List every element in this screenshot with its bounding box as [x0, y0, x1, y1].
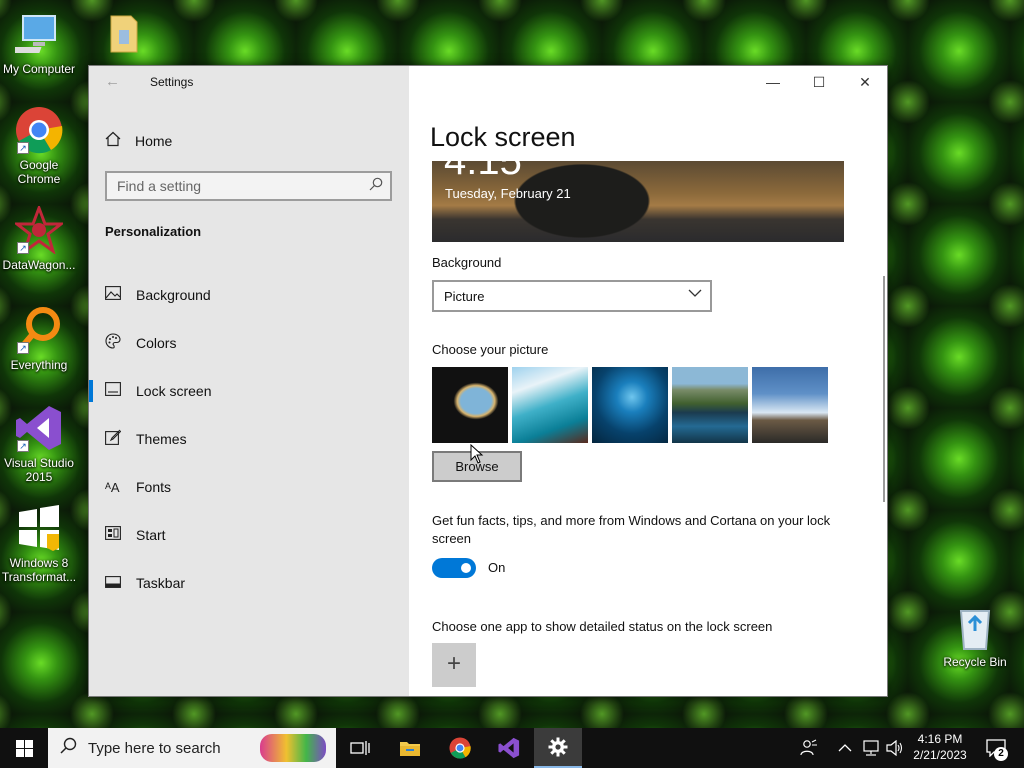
desktop-icon-my-computer[interactable]: My Computer [0, 10, 78, 76]
taskbar-clock[interactable]: 4:16 PM 2/21/2023 [908, 731, 972, 763]
picture-thumbnail[interactable] [752, 367, 828, 443]
people-button[interactable] [800, 728, 818, 768]
people-icon [800, 739, 817, 756]
chrome-icon: ↗ [15, 106, 63, 154]
file-explorer-icon [400, 742, 420, 756]
detailed-status-label: Choose one app to show detailed status o… [432, 619, 773, 634]
search-input[interactable] [117, 178, 357, 194]
taskbar-search-input[interactable] [88, 739, 258, 757]
home-icon [105, 131, 135, 151]
desktop-icon-recycle-bin[interactable]: Recycle Bin [936, 603, 1014, 669]
sidebar-item-colors[interactable]: Colors [89, 319, 409, 367]
desktop-icon-chrome[interactable]: ↗ Google Chrome [0, 106, 78, 186]
settings-gear-icon [548, 737, 568, 757]
find-setting-search[interactable] [105, 171, 392, 201]
start-button[interactable] [0, 728, 48, 768]
everything-icon: ↗ [15, 306, 63, 354]
windows-logo-icon [16, 740, 33, 757]
desktop-icon-visual-studio[interactable]: ↗ Visual Studio 2015 [0, 404, 78, 484]
content-scrollbar[interactable] [883, 276, 885, 502]
sidebar-item-background[interactable]: Background [89, 271, 409, 319]
minimize-button[interactable]: — [750, 66, 796, 98]
chevron-down-icon [688, 287, 702, 301]
sidebar-item-home[interactable]: Home [105, 130, 172, 152]
visual-studio-icon [498, 737, 520, 759]
picture-thumbnails [432, 367, 828, 443]
visual-studio-icon: ↗ [15, 404, 63, 452]
volume-button[interactable] [886, 728, 904, 768]
sidebar-item-lock-screen[interactable]: Lock screen [89, 367, 409, 415]
taskbar-search[interactable] [48, 728, 336, 768]
datawagon-icon: ↗ [12, 203, 66, 255]
palette-icon [105, 333, 136, 353]
settings-sidebar: ← Settings Home Personalization Backgrou… [89, 66, 409, 696]
fonts-icon: ᴬA [105, 479, 120, 495]
start-icon [105, 526, 136, 544]
picture-thumbnail[interactable] [672, 367, 748, 443]
sidebar-item-taskbar[interactable]: Taskbar [89, 559, 409, 607]
speaker-icon [886, 740, 903, 756]
notification-count-badge: 2 [994, 747, 1008, 761]
settings-taskbar-button[interactable] [534, 728, 582, 768]
chrome-icon [449, 737, 471, 759]
chrome-taskbar-button[interactable] [436, 728, 484, 768]
computer-icon [9, 10, 63, 58]
visual-studio-taskbar-button[interactable] [485, 728, 533, 768]
folder-icon [93, 10, 141, 58]
brush-icon [105, 429, 136, 449]
network-icon [863, 740, 879, 756]
fun-facts-description: Get fun facts, tips, and more from Windo… [432, 513, 831, 546]
page-title: Lock screen [430, 122, 576, 152]
sidebar-item-start[interactable]: Start [89, 511, 409, 559]
picture-thumbnail[interactable] [432, 367, 508, 443]
task-view-button[interactable] [336, 728, 384, 768]
title-bar[interactable]: ← Settings [89, 66, 409, 98]
preview-time: 4:15 [444, 161, 522, 183]
recycle-bin-icon [951, 603, 999, 651]
network-button[interactable] [862, 728, 880, 768]
close-button[interactable]: ✕ [842, 66, 887, 98]
desktop-icon-datawagon[interactable]: ↗ DataWagon... [0, 203, 78, 272]
add-detailed-status-app-button[interactable]: + [432, 643, 476, 687]
chevron-up-icon [838, 744, 852, 752]
sidebar-item-themes[interactable]: Themes [89, 415, 409, 463]
search-icon[interactable] [369, 177, 383, 194]
search-icon [48, 737, 88, 759]
show-hidden-icons-button[interactable] [838, 728, 852, 768]
search-highlight-image [260, 734, 326, 762]
clock-date: 2/21/2023 [913, 748, 967, 762]
lock-screen-preview: 4:15 Tuesday, February 21 [432, 161, 844, 242]
desktop-icon-everything[interactable]: ↗ Everything [0, 306, 78, 372]
clock-time: 4:16 PM [917, 732, 963, 746]
taskbar: 4:16 PM 2/21/2023 2 [0, 728, 1024, 768]
app-title: Settings [150, 75, 194, 89]
mouse-cursor-icon [470, 444, 484, 464]
lock-screen-page: — ☐ ✕ Lock screen 4:15 Tuesday, February… [409, 66, 887, 696]
windows-logo-icon [15, 504, 63, 552]
maximize-button[interactable]: ☐ [796, 66, 842, 98]
background-dropdown-value: Picture [444, 288, 485, 304]
settings-window: ← Settings Home Personalization Backgrou… [88, 65, 888, 697]
picture-icon [105, 286, 136, 304]
fun-facts-toggle[interactable] [432, 558, 476, 578]
picture-thumbnail[interactable] [592, 367, 668, 443]
fun-facts-toggle-state: On [488, 560, 506, 575]
file-explorer-button[interactable] [386, 728, 434, 768]
choose-picture-label: Choose your picture [432, 342, 549, 357]
background-label: Background [432, 255, 502, 270]
background-dropdown[interactable]: Picture [432, 280, 712, 312]
toggle-knob [461, 563, 471, 573]
section-title: Personalization [105, 224, 202, 239]
desktop-icon-windows8[interactable]: Windows 8 Transformat... [0, 504, 78, 584]
preview-date: Tuesday, February 21 [445, 186, 571, 201]
sidebar-item-fonts[interactable]: ᴬA Fonts [89, 463, 409, 511]
task-view-icon [350, 741, 370, 755]
lock-screen-icon [105, 382, 136, 400]
action-center-button[interactable]: 2 [976, 728, 1016, 768]
back-arrow-icon[interactable]: ← [105, 73, 120, 90]
taskbar-icon [105, 575, 136, 592]
picture-thumbnail[interactable] [512, 367, 588, 443]
personalization-nav: Background Colors Lock screen Themes ᴬA … [89, 271, 409, 607]
desktop-icon-folder[interactable] [82, 10, 152, 62]
